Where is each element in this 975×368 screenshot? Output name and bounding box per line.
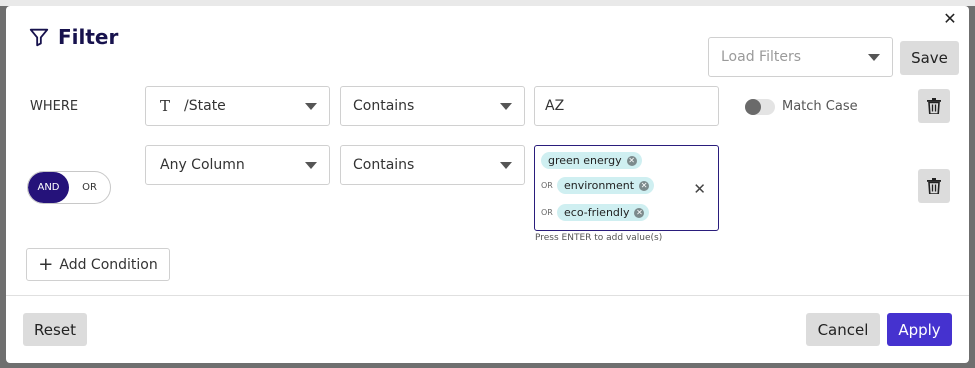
toggle-knob [745,99,761,115]
remove-tag-icon[interactable]: ✕ [626,155,637,166]
logic-toggle[interactable]: AND OR [27,171,111,204]
save-button[interactable]: Save [900,41,959,75]
delete-condition-button[interactable] [918,169,950,203]
logic-or-option[interactable]: OR [69,172,110,203]
close-icon[interactable]: ✕ [943,11,957,27]
dialog-title: Filter [28,24,118,50]
add-condition-label: Add Condition [59,256,158,273]
remove-tag-icon[interactable]: ✕ [634,207,645,218]
chevron-down-icon [500,103,512,110]
or-joiner-label: OR [541,181,553,190]
value-tag-row: OR eco-friendly ✕ [541,204,650,221]
column-select-value: /State [184,98,226,114]
operator-select-value: Contains [353,157,415,173]
operator-select[interactable]: Contains [340,145,525,185]
match-case-toggle[interactable] [745,99,775,115]
match-case-label: Match Case [782,99,858,114]
filter-icon [29,28,49,47]
load-filters-select[interactable]: Load Filters [708,37,893,77]
value-tag: eco-friendly ✕ [557,204,650,221]
column-select-value: Any Column [160,157,245,173]
remove-tag-icon[interactable]: ✕ [639,180,650,191]
column-select[interactable]: T /State [145,86,330,126]
plus-icon: + [38,253,54,275]
value-tag: green energy ✕ [541,152,642,169]
filter-dialog: ✕ Filter Load Filters Save WHERE T /Stat… [6,6,969,363]
text-type-icon: T [160,97,171,115]
chevron-down-icon [305,103,317,110]
value-input-text: AZ [545,98,565,114]
value-tag-row: green energy ✕ [541,152,642,169]
chevron-down-icon [500,162,512,169]
operator-select[interactable]: Contains [340,86,525,126]
load-filters-placeholder: Load Filters [721,49,802,65]
value-tag-row: OR environment ✕ [541,177,655,194]
column-select[interactable]: Any Column [145,145,330,185]
logic-and-option[interactable]: AND [28,172,69,203]
trash-icon [927,178,941,194]
clear-values-icon[interactable]: ✕ [693,180,706,198]
input-hint: Press ENTER to add value(s) [535,233,663,243]
value-input[interactable]: AZ [534,86,719,126]
or-joiner-label: OR [541,208,553,217]
add-condition-button[interactable]: + Add Condition [26,248,170,281]
value-tag-text: environment [564,179,635,192]
chevron-down-icon [305,162,317,169]
value-tag-text: eco-friendly [564,206,630,219]
reset-button[interactable]: Reset [23,313,87,346]
chevron-down-icon [868,54,880,61]
dialog-title-text: Filter [58,25,119,49]
delete-condition-button[interactable] [918,89,950,123]
operator-select-value: Contains [353,98,415,114]
value-tag-text: green energy [548,154,622,167]
value-tag: environment ✕ [557,177,655,194]
cancel-button[interactable]: Cancel [806,313,880,346]
multi-value-input[interactable]: green energy ✕ OR environment ✕ OR eco-f… [534,145,719,231]
trash-icon [927,98,941,114]
where-label: WHERE [30,99,79,114]
apply-button[interactable]: Apply [887,313,952,346]
footer-divider [6,295,969,296]
